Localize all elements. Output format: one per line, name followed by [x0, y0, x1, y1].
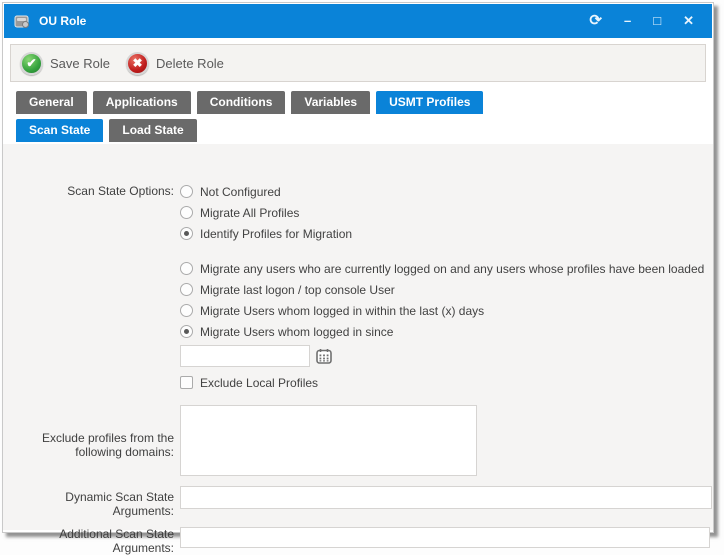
- save-role-label: Save Role: [50, 56, 110, 71]
- radio-label[interactable]: Migrate last logon / top console User: [200, 283, 395, 297]
- app-icon: [14, 14, 31, 29]
- radio-icon[interactable]: [180, 185, 193, 198]
- save-role-button[interactable]: ✔ Save Role: [20, 52, 116, 75]
- dynamic-scan-args-label: Dynamic Scan State Arguments:: [13, 486, 174, 518]
- radio-label[interactable]: Not Configured: [200, 185, 281, 199]
- radio-icon[interactable]: [180, 283, 193, 296]
- radio-label[interactable]: Migrate any users who are currently logg…: [200, 262, 704, 276]
- radio-icon-selected[interactable]: [180, 325, 193, 338]
- subtab-load-state[interactable]: Load State: [109, 119, 196, 142]
- logged-in-since-date-input[interactable]: [180, 345, 310, 367]
- ou-role-window: OU Role ⟳ – □ ✕ ✔ Save Role ✖ Delete Rol…: [2, 2, 714, 533]
- radio-option-migrate-last-logon[interactable]: Migrate last logon / top console User: [180, 279, 713, 300]
- radio-icon[interactable]: [180, 304, 193, 317]
- tab-variables[interactable]: Variables: [291, 91, 370, 114]
- radio-label[interactable]: Identify Profiles for Migration: [200, 227, 352, 241]
- additional-scan-args-input[interactable]: [180, 527, 710, 548]
- radio-option-migrate-logged-on-users[interactable]: Migrate any users who are currently logg…: [180, 258, 713, 279]
- delete-role-button[interactable]: ✖ Delete Role: [126, 52, 230, 75]
- scan-options-radio-group-2: Migrate any users who are currently logg…: [180, 258, 713, 342]
- exclude-domains-textarea[interactable]: [180, 405, 477, 476]
- tab-conditions[interactable]: Conditions: [197, 91, 286, 114]
- window-controls: ⟳ – □ ✕: [589, 4, 702, 38]
- radio-icon[interactable]: [180, 262, 193, 275]
- tab-general[interactable]: General: [16, 91, 87, 114]
- delete-x-icon: ✖: [126, 52, 149, 75]
- radio-icon-selected[interactable]: [180, 227, 193, 240]
- close-icon[interactable]: ✕: [683, 4, 694, 38]
- scan-options-radio-group-1: Not Configured Migrate All Profiles Iden…: [180, 181, 713, 393]
- exclude-local-profiles-label[interactable]: Exclude Local Profiles: [200, 376, 318, 390]
- delete-role-label: Delete Role: [156, 56, 224, 71]
- additional-scan-args-label: Additional Scan State Arguments:: [13, 527, 174, 555]
- title-bar: OU Role ⟳ – □ ✕: [4, 4, 712, 38]
- radio-option-migrate-all-profiles[interactable]: Migrate All Profiles: [180, 202, 713, 223]
- exclude-domains-label: Exclude profiles from the following doma…: [13, 405, 174, 459]
- sub-tab-strip: Scan State Load State: [16, 119, 713, 142]
- minimize-icon[interactable]: –: [624, 4, 631, 38]
- refresh-icon[interactable]: ⟳: [589, 4, 602, 38]
- dynamic-scan-args-input[interactable]: [180, 486, 712, 509]
- toolbar: ✔ Save Role ✖ Delete Role: [10, 44, 706, 82]
- main-tab-strip: General Applications Conditions Variable…: [16, 91, 713, 114]
- radio-option-migrate-last-x-days[interactable]: Migrate Users whom logged in within the …: [180, 300, 713, 321]
- calendar-icon[interactable]: [316, 348, 332, 364]
- radio-option-migrate-since[interactable]: Migrate Users whom logged in since: [180, 321, 713, 342]
- radio-option-not-configured[interactable]: Not Configured: [180, 181, 713, 202]
- maximize-icon[interactable]: □: [653, 4, 661, 38]
- radio-label[interactable]: Migrate All Profiles: [200, 206, 299, 220]
- subtab-scan-state[interactable]: Scan State: [16, 119, 103, 142]
- scan-state-options-label: Scan State Options:: [13, 181, 174, 198]
- tab-usmt-profiles[interactable]: USMT Profiles: [376, 91, 483, 114]
- radio-option-identify-profiles[interactable]: Identify Profiles for Migration: [180, 223, 713, 244]
- exclude-local-profiles-checkbox[interactable]: [180, 376, 193, 389]
- tab-applications[interactable]: Applications: [93, 91, 191, 114]
- save-check-icon: ✔: [20, 52, 43, 75]
- exclude-local-profiles-option[interactable]: Exclude Local Profiles: [180, 372, 713, 393]
- radio-label[interactable]: Migrate Users whom logged in within the …: [200, 304, 484, 318]
- window-title: OU Role: [39, 14, 589, 28]
- scan-state-panel: Scan State Options: Not Configured Migra…: [3, 144, 713, 530]
- logged-in-since-date-row: [180, 345, 713, 367]
- radio-label[interactable]: Migrate Users whom logged in since: [200, 325, 393, 339]
- radio-icon[interactable]: [180, 206, 193, 219]
